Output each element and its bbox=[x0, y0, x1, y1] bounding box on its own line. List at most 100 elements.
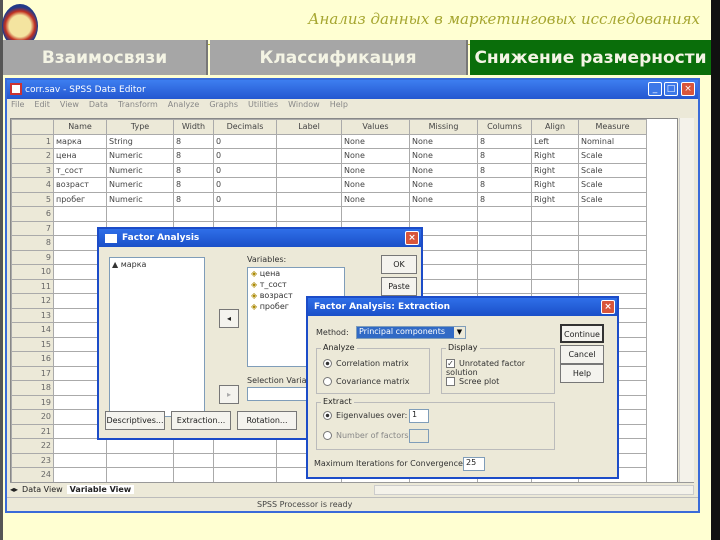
tab-data-view[interactable]: Data View bbox=[22, 485, 63, 494]
eigenvalue-field[interactable]: 1 bbox=[409, 409, 429, 423]
table-cell[interactable]: 0 bbox=[213, 177, 277, 193]
table-cell[interactable]: Numeric bbox=[106, 177, 174, 193]
table-cell[interactable]: None bbox=[409, 133, 478, 149]
table-cell[interactable]: Scale bbox=[578, 191, 647, 207]
table-cell[interactable]: 8 bbox=[477, 133, 532, 149]
table-cell[interactable] bbox=[106, 452, 174, 468]
number-of-factors-radio[interactable]: Number of factors: bbox=[323, 431, 411, 440]
table-cell[interactable] bbox=[578, 249, 647, 265]
correlation-matrix-radio[interactable]: Correlation matrix bbox=[323, 359, 409, 368]
table-cell[interactable] bbox=[477, 249, 532, 265]
row-number[interactable]: 4 bbox=[11, 177, 54, 193]
menu-graphs[interactable]: Graphs bbox=[209, 100, 238, 114]
table-cell[interactable] bbox=[578, 264, 647, 280]
continue-button[interactable]: Continue bbox=[560, 324, 604, 343]
table-cell[interactable] bbox=[409, 206, 478, 222]
table-cell[interactable]: 8 bbox=[477, 148, 532, 164]
table-cell[interactable]: Right bbox=[531, 177, 579, 193]
row-number[interactable]: 11 bbox=[11, 278, 54, 294]
tab-dimension-reduction[interactable]: Снижение размерности bbox=[470, 40, 711, 75]
table-cell[interactable] bbox=[53, 438, 107, 454]
tab-classification[interactable]: Классификация bbox=[210, 40, 468, 75]
source-variable-list[interactable]: ▲ марка bbox=[109, 257, 205, 417]
table-cell[interactable]: возраст bbox=[53, 177, 107, 193]
table-cell[interactable] bbox=[173, 452, 214, 468]
table-cell[interactable]: 8 bbox=[173, 162, 214, 178]
table-cell[interactable]: 8 bbox=[477, 177, 532, 193]
column-header-type[interactable]: Type bbox=[106, 119, 174, 135]
row-number[interactable]: 7 bbox=[11, 220, 54, 236]
table-cell[interactable] bbox=[53, 452, 107, 468]
number-of-factors-field[interactable] bbox=[409, 429, 429, 443]
column-header-align[interactable]: Align bbox=[531, 119, 579, 135]
row-number[interactable]: 1 bbox=[11, 133, 54, 149]
table-cell[interactable] bbox=[531, 249, 579, 265]
table-cell[interactable]: 0 bbox=[213, 162, 277, 178]
iterations-field[interactable]: 25 bbox=[463, 457, 485, 471]
row-number[interactable]: 15 bbox=[11, 336, 54, 352]
table-cell[interactable] bbox=[477, 264, 532, 280]
table-cell[interactable]: 8 bbox=[173, 191, 214, 207]
move-right-button[interactable]: ▸ bbox=[219, 385, 239, 404]
table-cell[interactable] bbox=[578, 235, 647, 251]
table-cell[interactable]: 0 bbox=[213, 148, 277, 164]
scree-plot-checkbox[interactable]: Scree plot bbox=[446, 377, 499, 386]
menu-edit[interactable]: Edit bbox=[34, 100, 50, 114]
table-cell[interactable] bbox=[213, 438, 277, 454]
table-cell[interactable] bbox=[213, 467, 277, 483]
ok-button[interactable]: OK bbox=[381, 255, 417, 274]
column-header-measure[interactable]: Measure bbox=[578, 119, 647, 135]
paste-button[interactable]: Paste bbox=[381, 277, 417, 296]
table-cell[interactable] bbox=[531, 206, 579, 222]
table-cell[interactable] bbox=[531, 278, 579, 294]
row-number[interactable]: 18 bbox=[11, 380, 54, 396]
column-header-decimals[interactable]: Decimals bbox=[213, 119, 277, 135]
table-cell[interactable] bbox=[106, 206, 174, 222]
table-cell[interactable] bbox=[173, 467, 214, 483]
scroll-left-icon[interactable]: ◂▸ bbox=[10, 485, 18, 494]
table-cell[interactable]: Right bbox=[531, 191, 579, 207]
menu-window[interactable]: Window bbox=[288, 100, 320, 114]
table-cell[interactable]: Nominal bbox=[578, 133, 647, 149]
table-cell[interactable] bbox=[276, 177, 342, 193]
table-cell[interactable]: 0 bbox=[213, 191, 277, 207]
table-cell[interactable]: None bbox=[341, 133, 410, 149]
row-number[interactable]: 2 bbox=[11, 148, 54, 164]
covariance-matrix-radio[interactable]: Covariance matrix bbox=[323, 377, 410, 386]
rotation-button[interactable]: Rotation... bbox=[237, 411, 297, 430]
column-header-label[interactable]: Label bbox=[276, 119, 342, 135]
table-cell[interactable]: Scale bbox=[578, 162, 647, 178]
table-cell[interactable] bbox=[213, 452, 277, 468]
close-button[interactable]: × bbox=[601, 300, 615, 314]
table-cell[interactable]: None bbox=[409, 177, 478, 193]
table-cell[interactable] bbox=[53, 467, 107, 483]
method-select[interactable]: Principal components ▼ bbox=[356, 326, 466, 339]
table-cell[interactable]: т_сост bbox=[53, 162, 107, 178]
table-cell[interactable]: 8 bbox=[477, 162, 532, 178]
row-number[interactable]: 23 bbox=[11, 452, 54, 468]
table-cell[interactable] bbox=[578, 278, 647, 294]
table-cell[interactable]: None bbox=[341, 191, 410, 207]
table-cell[interactable]: марка bbox=[53, 133, 107, 149]
move-left-button[interactable]: ◂ bbox=[219, 309, 239, 328]
menu-help[interactable]: Help bbox=[330, 100, 348, 114]
table-cell[interactable]: цена bbox=[53, 148, 107, 164]
table-cell[interactable]: Left bbox=[531, 133, 579, 149]
table-cell[interactable]: пробег bbox=[53, 191, 107, 207]
table-cell[interactable]: Right bbox=[531, 162, 579, 178]
table-cell[interactable]: None bbox=[341, 148, 410, 164]
table-cell[interactable] bbox=[173, 206, 214, 222]
chevron-down-icon[interactable]: ▼ bbox=[454, 327, 465, 338]
table-cell[interactable] bbox=[276, 206, 342, 222]
row-number[interactable]: 10 bbox=[11, 264, 54, 280]
table-cell[interactable] bbox=[276, 148, 342, 164]
row-number[interactable]: 16 bbox=[11, 351, 54, 367]
row-number[interactable]: 12 bbox=[11, 293, 54, 309]
row-number[interactable]: 6 bbox=[11, 206, 54, 222]
row-number[interactable]: 13 bbox=[11, 307, 54, 323]
row-number[interactable]: 14 bbox=[11, 322, 54, 338]
table-cell[interactable]: Numeric bbox=[106, 191, 174, 207]
table-cell[interactable]: String bbox=[106, 133, 174, 149]
unrotated-solution-checkbox[interactable]: ✓ Unrotated factor solution bbox=[446, 359, 554, 377]
table-cell[interactable] bbox=[531, 220, 579, 236]
